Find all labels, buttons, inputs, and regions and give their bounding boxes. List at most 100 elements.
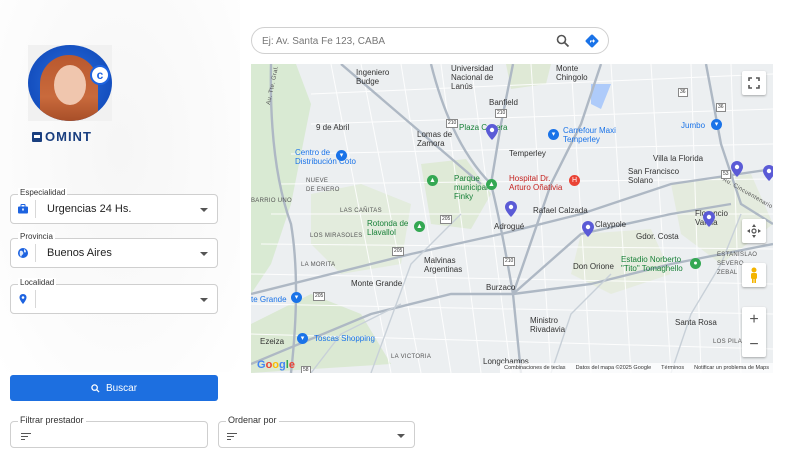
hospital-icon[interactable]: H: [569, 175, 580, 186]
route-shield: 210: [446, 119, 459, 128]
map-label-monte-chingolo: Monte Chingolo: [556, 64, 588, 82]
map-label-ezeiza: Ezeiza: [260, 337, 285, 346]
provider-pin-icon[interactable]: [486, 124, 498, 140]
report-problem-link[interactable]: Notificar un problema de Maps: [694, 365, 769, 371]
map-attribution: Combinaciones de teclas Datos del mapa ©…: [500, 363, 773, 373]
street-view-pegman-icon[interactable]: [742, 263, 766, 287]
map-label-las-canitas: LAS CAÑITAS: [340, 208, 382, 214]
map-label-don-orione: Don Orione: [573, 262, 614, 271]
map-label-rotonda-llavallol: Rotonda de Llavallol: [367, 219, 409, 237]
map-label-santa-rosa: Santa Rosa: [675, 318, 717, 327]
keyboard-shortcuts-link[interactable]: Combinaciones de teclas: [504, 365, 565, 371]
map-search-input[interactable]: [262, 34, 542, 49]
map-label-monte-grande: Monte Grande: [351, 279, 403, 288]
especialidad-value: Urgencias 24 Hs.: [47, 203, 132, 215]
map-data-text: Datos del mapa ©2025 Google: [575, 365, 652, 371]
map-label-claypole: Claypole: [595, 220, 627, 229]
route-shield: 58: [301, 366, 311, 373]
park-icon[interactable]: ▲: [427, 175, 438, 186]
omint-logo: OMINT: [32, 129, 92, 144]
map-label-malvinas: Malvinas Argentinas: [424, 256, 463, 274]
provider-pin-icon[interactable]: [703, 211, 715, 227]
map-label-ministro-rivadavia: Ministro Rivadavia: [530, 316, 566, 334]
camera-control-icon[interactable]: [742, 219, 766, 243]
ordenar-label: Ordenar por: [226, 415, 279, 425]
zoom-out-button[interactable]: −: [742, 332, 766, 357]
provider-pin-icon[interactable]: [731, 161, 743, 177]
cart-icon[interactable]: ▾: [297, 333, 308, 344]
map-label-los-mirasoles: LOS MIRASOLES: [310, 233, 363, 239]
omint-logo-mark: [32, 131, 42, 142]
search-icon: [91, 383, 100, 393]
route-shield: 210: [503, 257, 516, 266]
provincia-separator: [35, 244, 36, 262]
map-label-carrefour: Carrefour Maxi Temperley: [563, 126, 616, 144]
provincia-label: Provincia: [18, 232, 55, 241]
map-label-estadio: Estadio Norberto "Tito" Tomaghello: [621, 255, 683, 273]
cart-icon[interactable]: ▾: [711, 119, 722, 130]
map-label-temperley: Temperley: [509, 149, 546, 158]
chevron-down-icon: [397, 434, 405, 438]
zoom-in-button[interactable]: +: [742, 307, 766, 332]
map-label-burzaco: Burzaco: [486, 283, 516, 292]
map-label-plaza-canera: Plaza Canera: [459, 123, 508, 132]
cart-icon[interactable]: ▾: [336, 150, 347, 161]
map-view[interactable]: Ingeniero Budge Universidad Nacional de Lan…: [251, 64, 773, 373]
map-label-nueve-enero: NUEVE DE ENERO: [306, 178, 340, 193]
fullscreen-icon[interactable]: [742, 71, 766, 95]
chevron-down-icon: [200, 252, 208, 256]
localidad-label: Localidad: [18, 278, 57, 287]
route-shield: 36: [678, 88, 688, 97]
especialidad-select[interactable]: Especialidad Urgencias 24 Hs.: [10, 188, 218, 224]
provider-pin-icon[interactable]: [505, 201, 517, 217]
cart-icon[interactable]: ▾: [548, 129, 559, 140]
route-shield: 53: [721, 170, 731, 179]
map-label-adrogue: Adrogué: [494, 222, 525, 231]
map-label-la-victoria: LA VICTORIA: [391, 354, 432, 360]
buscar-button[interactable]: Buscar: [10, 375, 218, 401]
route-shield: 205: [313, 292, 326, 301]
sort-icon: [227, 433, 237, 442]
zoom-control: + −: [742, 307, 766, 357]
map-label-barrio-uno: BARRIO UNO: [251, 198, 293, 204]
map-label-nueve-abril: 9 de Abril: [316, 123, 350, 132]
park-icon[interactable]: ▲: [486, 179, 497, 190]
buscar-label: Buscar: [105, 382, 138, 394]
avatar-frame: c: [28, 45, 112, 121]
directions-icon[interactable]: [585, 34, 599, 48]
map-label-san-francisco-solano: San Francisco Solano: [628, 167, 680, 185]
ordenar-por-select[interactable]: Ordenar por: [218, 415, 415, 448]
map-label-parque-finky: Parque municipal Finky: [454, 174, 488, 201]
google-logo: Google: [257, 359, 295, 371]
filtrar-prestador-field[interactable]: Filtrar prestador: [10, 415, 208, 448]
avatar-badge-icon: c: [90, 65, 110, 85]
route-shield: 36: [716, 103, 726, 112]
search-icon[interactable]: [556, 34, 570, 48]
provincia-value: Buenos Aires: [47, 247, 112, 259]
terms-link[interactable]: Términos: [661, 365, 684, 371]
park-icon[interactable]: ▲: [414, 221, 425, 232]
provider-pin-icon[interactable]: [763, 165, 773, 181]
map-label-la-morita: LA MORITA: [301, 262, 336, 268]
localidad-select[interactable]: Localidad: [10, 278, 218, 314]
route-shield: 205: [440, 215, 453, 224]
map-label-toscas: Toscas Shopping: [314, 334, 375, 343]
shopping-icon[interactable]: ▾: [291, 292, 302, 303]
app-root: c OMINT Especialidad Urgencias 24 Hs. Pr…: [0, 0, 800, 452]
map-label-hospital: Hospital Dr. Arturo Oñativia: [509, 174, 563, 192]
map-label-lomas: Lomas de Zamora: [417, 130, 453, 148]
globe-icon: [17, 247, 29, 259]
route-shield: 210: [495, 109, 508, 118]
provincia-select[interactable]: Provincia Buenos Aires: [10, 232, 218, 268]
route-shield: 205: [392, 247, 405, 256]
location-pin-icon: [17, 293, 29, 305]
stadium-icon[interactable]: ●: [690, 258, 701, 269]
map-label-villa-florida: Villa la Florida: [653, 154, 704, 163]
especialidad-separator: [35, 200, 36, 218]
provider-pin-icon[interactable]: [582, 221, 594, 237]
map-label-rafael-calzada: Rafael Calzada: [533, 206, 588, 215]
map-label-ingeniero-budge: Ingeniero Budge: [356, 68, 390, 86]
avatar[interactable]: c: [28, 45, 112, 121]
localidad-separator: [35, 290, 36, 308]
filtrar-label: Filtrar prestador: [18, 415, 86, 425]
